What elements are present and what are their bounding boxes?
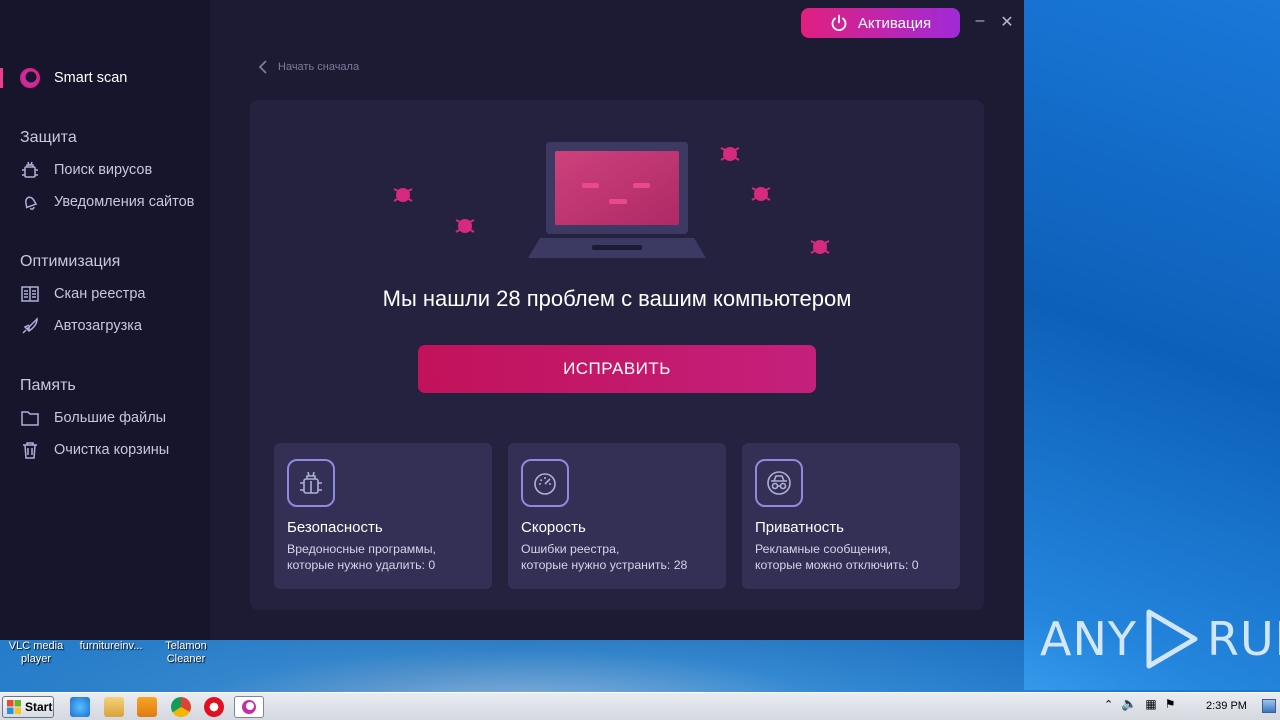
sidebar-item-label: Автозагрузка bbox=[54, 318, 142, 334]
tile-description: Ошибки реестра, которые нужно устранить: … bbox=[521, 542, 688, 572]
infected-laptop-illustration bbox=[393, 142, 830, 258]
activation-button[interactable]: Активация bbox=[801, 8, 960, 38]
smart-scan-icon bbox=[242, 700, 256, 714]
tile-title: Безопасность bbox=[287, 519, 383, 536]
registry-icon bbox=[20, 284, 40, 304]
windows-logo-icon bbox=[7, 700, 21, 714]
sidebar-item-virus-scan[interactable]: Поиск вирусов bbox=[20, 159, 152, 181]
desktop-icon-label: furnitureinv... bbox=[79, 640, 143, 652]
chevron-left-icon bbox=[258, 60, 267, 74]
flag-icon[interactable]: ⚑ bbox=[1165, 697, 1176, 711]
desktop-icon-telamon[interactable]: Telamon Cleaner bbox=[146, 640, 226, 666]
tile-privacy[interactable]: Приватность Рекламные сообщения, которые … bbox=[742, 443, 960, 589]
telamon-taskbar-icon[interactable] bbox=[234, 696, 264, 718]
active-indicator bbox=[0, 68, 3, 88]
sidebar-item-empty-trash[interactable]: Очистка корзины bbox=[20, 439, 169, 461]
start-button[interactable]: Start bbox=[2, 696, 54, 718]
sidebar-section-memory: Память bbox=[20, 377, 76, 394]
fix-button[interactable]: ИСПРАВИТЬ bbox=[418, 345, 816, 393]
taskbar-clock[interactable]: 2:39 PM bbox=[1206, 700, 1247, 712]
sidebar-section-optimization: Оптимизация bbox=[20, 253, 121, 270]
desktop-icon-label: VLC media player bbox=[8, 640, 64, 665]
power-icon bbox=[831, 14, 847, 32]
close-button[interactable]: ✕ bbox=[998, 12, 1016, 32]
chrome-icon[interactable] bbox=[171, 697, 191, 717]
desktop-icon-furniture[interactable]: furnitureinv... bbox=[71, 640, 151, 653]
anyrun-watermark: ANY RUN bbox=[1040, 608, 1280, 670]
play-logo-icon bbox=[1146, 609, 1198, 669]
volume-icon[interactable]: 🔈 bbox=[1121, 696, 1137, 712]
activation-label: Активация bbox=[857, 14, 932, 32]
media-player-icon[interactable] bbox=[137, 697, 157, 717]
tile-description: Рекламные сообщения, которые можно отключ… bbox=[755, 542, 919, 572]
taskbar: Start ⌃ 🔈 ▦ ⚑ 2:39 PM bbox=[0, 692, 1280, 720]
folder-icon bbox=[20, 408, 40, 428]
app-window: Smart scan Защита Поиск вирусов Уведомле… bbox=[0, 0, 1024, 640]
bug-icon bbox=[287, 459, 335, 507]
sidebar-item-label: Уведомления сайтов bbox=[54, 194, 195, 210]
sidebar-item-label: Поиск вирусов bbox=[54, 162, 153, 178]
start-over-link[interactable]: Начать сначала bbox=[258, 59, 359, 75]
bell-icon bbox=[20, 192, 40, 212]
sidebar-item-smart-scan[interactable]: Smart scan bbox=[20, 67, 127, 89]
fix-label: ИСПРАВИТЬ bbox=[563, 359, 671, 378]
sidebar-item-label: Скан реестра bbox=[54, 286, 146, 302]
results-headline: Мы нашли 28 проблем с вашим компьютером bbox=[382, 286, 852, 311]
tile-title: Скорость bbox=[521, 519, 586, 536]
sidebar-item-label: Smart scan bbox=[54, 70, 128, 86]
tile-title: Приватность bbox=[755, 519, 844, 536]
rocket-icon bbox=[20, 316, 40, 336]
sidebar-item-label: Большие файлы bbox=[54, 410, 167, 426]
show-desktop-button[interactable] bbox=[1262, 699, 1276, 713]
trash-icon bbox=[20, 440, 40, 460]
ie-icon[interactable] bbox=[70, 697, 90, 717]
network-icon[interactable]: ▦ bbox=[1145, 697, 1156, 711]
start-over-label: Начать сначала bbox=[278, 61, 360, 73]
bug-icon bbox=[20, 160, 40, 180]
tile-security[interactable]: Безопасность Вредоносные программы, котор… bbox=[274, 443, 492, 589]
start-label: Start bbox=[25, 700, 53, 714]
minimize-button[interactable]: – bbox=[971, 12, 989, 30]
sidebar-item-registry-scan[interactable]: Скан реестра bbox=[20, 283, 145, 305]
explorer-icon[interactable] bbox=[104, 697, 124, 717]
sidebar-item-label: Очистка корзины bbox=[54, 442, 170, 458]
desktop-icon-vlc[interactable]: VLC media player bbox=[0, 640, 76, 666]
system-tray: ⌃ 🔈 ▦ ⚑ bbox=[1104, 696, 1176, 712]
sidebar-item-site-notifications[interactable]: Уведомления сайтов bbox=[20, 191, 194, 213]
scan-results-card: Мы нашли 28 проблем с вашим компьютером … bbox=[250, 100, 984, 610]
tray-expand-icon[interactable]: ⌃ bbox=[1104, 698, 1113, 711]
sidebar-item-startup[interactable]: Автозагрузка bbox=[20, 315, 142, 337]
sidebar-item-large-files[interactable]: Большие файлы bbox=[20, 407, 166, 429]
sidebar-section-protection: Защита bbox=[20, 129, 77, 146]
desktop-icon-label: Telamon Cleaner bbox=[165, 640, 207, 665]
smart-scan-icon bbox=[20, 68, 40, 88]
incognito-icon bbox=[755, 459, 803, 507]
opera-icon[interactable] bbox=[204, 697, 224, 717]
tile-speed[interactable]: Скорость Ошибки реестра, которые нужно ус… bbox=[508, 443, 726, 589]
speedometer-icon bbox=[521, 459, 569, 507]
tile-description: Вредоносные программы, которые нужно удал… bbox=[287, 542, 436, 572]
sidebar: Smart scan Защита Поиск вирусов Уведомле… bbox=[0, 0, 210, 640]
